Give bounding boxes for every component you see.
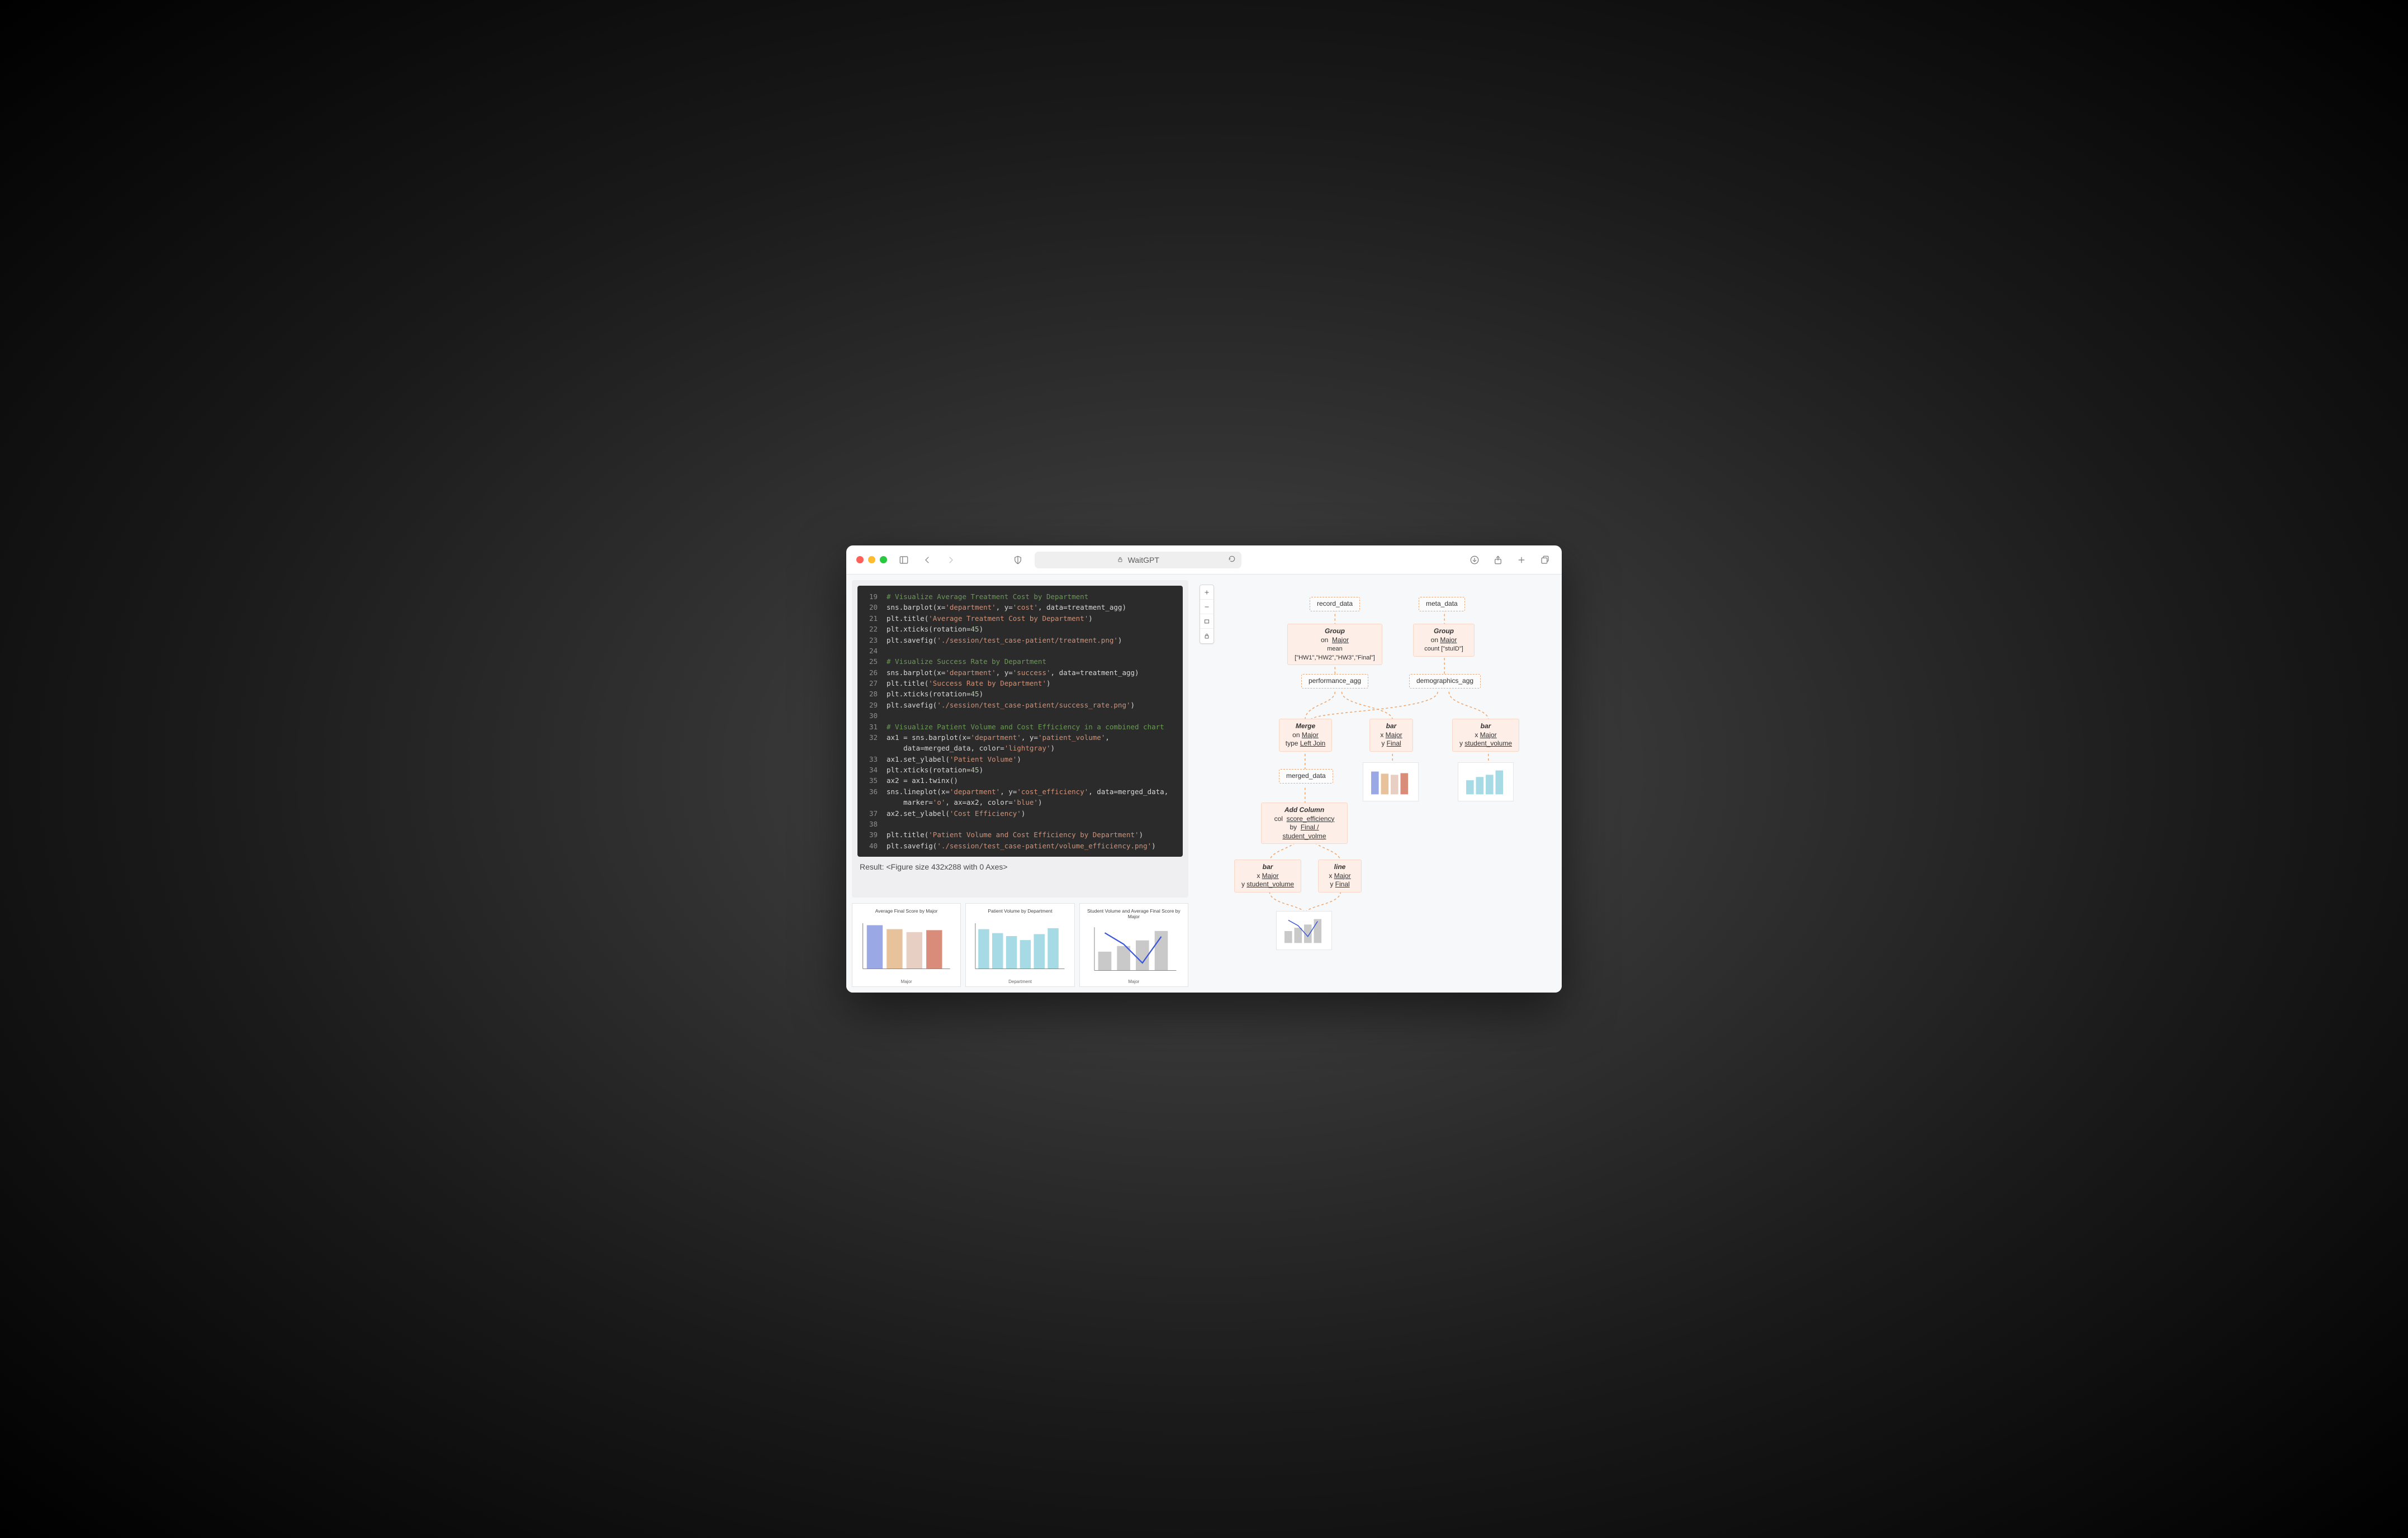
node-bar-1[interactable]: bar x Major y Final — [1369, 719, 1413, 752]
traffic-lights — [856, 556, 887, 563]
code-line: 19# Visualize Average Treatment Cost by … — [865, 591, 1175, 602]
output-thumbnails: Average Final Score by Major Major Patie… — [852, 903, 1188, 987]
flow-graph-panel[interactable]: record_data meta_data Group on Major mea… — [1195, 580, 1556, 987]
code-line: 31# Visualize Patient Volume and Cost Ef… — [865, 721, 1175, 732]
node-merge[interactable]: Merge on Major type Left Join — [1279, 719, 1332, 752]
node-meta-data[interactable]: meta_data — [1419, 597, 1465, 611]
reload-icon[interactable] — [1228, 555, 1236, 564]
code-line: marker='o', ax=ax2, color='blue') — [865, 797, 1175, 808]
back-button-icon[interactable] — [921, 553, 934, 567]
mini-chart-1[interactable] — [1363, 762, 1419, 801]
node-line[interactable]: line x Major y Final — [1318, 860, 1362, 893]
node-group-2[interactable]: Group on Major count ["stuID"] — [1413, 624, 1475, 657]
code-line: 33ax1.set_ylabel('Patient Volume') — [865, 754, 1175, 765]
node-merged-data[interactable]: merged_data — [1279, 769, 1333, 784]
code-line: 25# Visualize Success Rate by Department — [865, 656, 1175, 667]
forward-button-icon[interactable] — [944, 553, 957, 567]
mini-chart-2[interactable] — [1458, 762, 1514, 801]
node-group-1[interactable]: Group on Major mean ["HW1","HW2","HW3","… — [1287, 624, 1382, 665]
code-line: 37ax2.set_ylabel('Cost Efficiency') — [865, 808, 1175, 819]
new-tab-icon[interactable] — [1515, 553, 1528, 567]
fit-view-button[interactable] — [1200, 614, 1214, 629]
node-demographics-agg[interactable]: demographics_agg — [1409, 674, 1481, 689]
code-line: 28plt.xticks(rotation=45) — [865, 689, 1175, 699]
node-bar-2[interactable]: bar x Major y student_volume — [1452, 719, 1519, 752]
address-title: WaitGPT — [1128, 556, 1159, 564]
zoom-in-button[interactable] — [1200, 585, 1214, 600]
browser-window: WaitGPT 19# Visualize Average Treatment … — [846, 545, 1562, 993]
code-line: 32ax1 = sns.barplot(x='department', y='p… — [865, 732, 1175, 743]
code-line: 35ax2 = ax1.twinx() — [865, 775, 1175, 786]
mini-chart-3[interactable] — [1276, 911, 1332, 950]
code-line: 36sns.lineplot(x='department', y='cost_e… — [865, 786, 1175, 797]
zoom-out-button[interactable] — [1200, 600, 1214, 614]
code-line: 27plt.title('Success Rate by Department'… — [865, 678, 1175, 689]
code-line: data=merged_data, color='lightgray') — [865, 743, 1175, 753]
code-line: 39plt.title('Patient Volume and Cost Eff… — [865, 829, 1175, 840]
code-line: 34plt.xticks(rotation=45) — [865, 765, 1175, 775]
node-add-column[interactable]: Add Column col score_efficiency by Final… — [1261, 803, 1348, 844]
chart-thumb-3[interactable]: Student Volume and Average Final Score b… — [1079, 903, 1188, 987]
zoom-controls — [1200, 585, 1214, 644]
chart-thumb-1[interactable]: Average Final Score by Major Major — [852, 903, 961, 987]
address-bar[interactable]: WaitGPT — [1035, 552, 1241, 568]
node-record-data[interactable]: record_data — [1310, 597, 1360, 611]
node-bar-3[interactable]: bar x Major y student_volume — [1234, 860, 1301, 893]
code-line: 38 — [865, 819, 1175, 829]
execution-result: Result: <Figure size 432x288 with 0 Axes… — [857, 862, 1183, 871]
tab-overview-icon[interactable] — [1538, 553, 1552, 567]
code-line: 30 — [865, 710, 1175, 721]
code-line: 26sns.barplot(x='department', y='success… — [865, 667, 1175, 678]
sidebar-toggle-icon[interactable] — [897, 553, 911, 567]
left-column: 19# Visualize Average Treatment Cost by … — [852, 580, 1188, 987]
node-performance-agg[interactable]: performance_agg — [1301, 674, 1368, 689]
chart-thumb-2[interactable]: Patient Volume by Department Department — [965, 903, 1074, 987]
downloads-icon[interactable] — [1468, 553, 1481, 567]
lock-icon — [1117, 556, 1124, 564]
privacy-shield-icon[interactable] — [1011, 553, 1025, 567]
code-line: 21plt.title('Average Treatment Cost by D… — [865, 613, 1175, 624]
lock-view-button[interactable] — [1200, 629, 1214, 643]
code-line: 20sns.barplot(x='department', y='cost', … — [865, 602, 1175, 613]
flow-graph: record_data meta_data Group on Major mea… — [1195, 580, 1556, 987]
code-line: 29plt.savefig('./session/test_case-patie… — [865, 700, 1175, 710]
code-line: 22plt.xticks(rotation=45) — [865, 624, 1175, 634]
code-line: 24 — [865, 645, 1175, 656]
page-content: 19# Visualize Average Treatment Cost by … — [846, 575, 1562, 993]
code-line: 40plt.savefig('./session/test_case-patie… — [865, 841, 1175, 851]
code-block[interactable]: 19# Visualize Average Treatment Cost by … — [857, 586, 1183, 857]
close-window-button[interactable] — [856, 556, 864, 563]
zoom-window-button[interactable] — [880, 556, 887, 563]
code-line: 23plt.savefig('./session/test_case-patie… — [865, 635, 1175, 645]
code-card: 19# Visualize Average Treatment Cost by … — [852, 580, 1188, 898]
minimize-window-button[interactable] — [868, 556, 875, 563]
titlebar: WaitGPT — [846, 545, 1562, 575]
share-icon[interactable] — [1491, 553, 1505, 567]
